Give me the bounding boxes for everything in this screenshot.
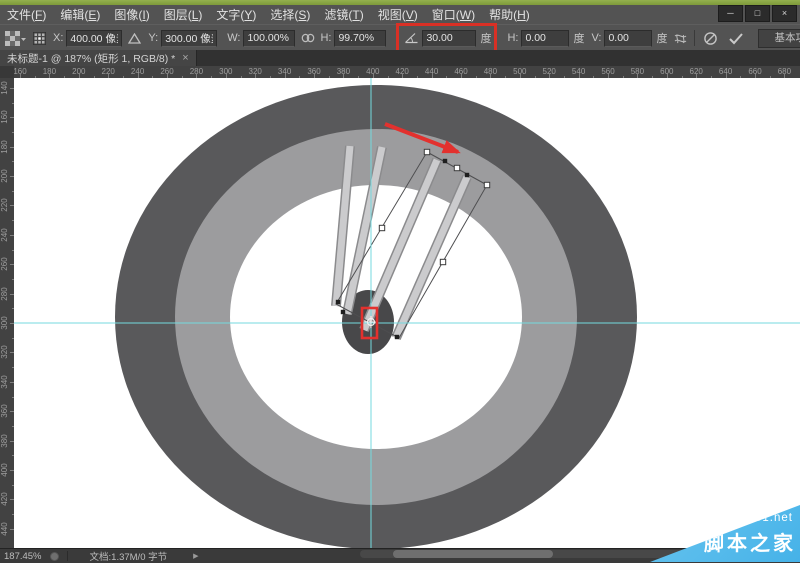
menu-item-2[interactable]: 编辑(E) <box>53 6 107 23</box>
document-size-info: 文档:1.37M/0 字节 <box>90 549 168 563</box>
canvas-scene <box>14 78 800 548</box>
y-position-field[interactable] <box>161 30 217 47</box>
minimize-button[interactable]: ─ <box>718 5 743 22</box>
anchor-point-3 <box>336 300 340 304</box>
document-tab-title: 未标题-1 @ 187% (矩形 1, RGB/8) * <box>7 51 175 66</box>
link-dimensions-icon[interactable] <box>301 33 315 43</box>
h-skew-field[interactable] <box>521 30 569 47</box>
status-orb-icon <box>50 552 59 561</box>
transform-handle-4[interactable] <box>379 225 384 230</box>
anchor-point-2 <box>465 173 469 177</box>
transform-handle-2[interactable] <box>484 182 489 187</box>
ruler-label-v-180: 180 <box>0 135 10 159</box>
transform-handle-3[interactable] <box>454 165 459 170</box>
zoom-level-field[interactable]: 187.45% <box>4 551 42 562</box>
menu-item-5[interactable]: 文字(Y) <box>209 6 263 23</box>
menu-bar: 文件(F)编辑(E)图像(I)图层(L)文字(Y)选择(S)滤镜(T)视图(V)… <box>0 5 800 24</box>
angle-unit-label: 度 <box>480 30 491 46</box>
menu-item-1[interactable]: 文件(F) <box>0 6 53 23</box>
h-label: H: <box>320 32 331 44</box>
workspace-switcher-button[interactable]: 基本功能 <box>758 29 800 48</box>
x-label: X: <box>53 32 63 44</box>
menu-item-6[interactable]: 选择(S) <box>263 6 317 23</box>
height-field[interactable] <box>334 30 386 47</box>
v-skew-label: V: <box>591 32 601 44</box>
ruler-label-v-220: 220 <box>0 193 10 217</box>
ruler-label-v-380: 380 <box>0 429 10 453</box>
document-tab[interactable]: 未标题-1 @ 187% (矩形 1, RGB/8) * × <box>0 50 197 66</box>
anchor-point-5 <box>395 335 399 339</box>
window-controls: ─ □ × <box>718 5 797 22</box>
maximize-button[interactable]: □ <box>745 5 770 22</box>
ruler-label-v-340: 340 <box>0 370 10 394</box>
w-label: W: <box>227 32 240 44</box>
ruler-label-v-260: 260 <box>0 252 10 276</box>
commit-transform-icon[interactable] <box>728 32 744 45</box>
h-skew-unit-label: 度 <box>573 30 584 46</box>
menu-item-4[interactable]: 图层(L) <box>157 6 210 23</box>
rotation-angle-group: 度 <box>402 30 493 47</box>
ruler-label-v-140: 140 <box>0 78 10 100</box>
menu-items: 文件(F)编辑(E)图像(I)图层(L)文字(Y)选择(S)滤镜(T)视图(V)… <box>0 6 537 23</box>
v-skew-unit-label: 度 <box>656 30 667 46</box>
ruler-label-v-440: 440 <box>0 517 10 541</box>
reference-point-locator-icon[interactable] <box>33 32 46 45</box>
status-menu-arrow-icon[interactable]: ▶ <box>193 552 198 560</box>
warp-mode-icon[interactable] <box>673 32 688 45</box>
close-button[interactable]: × <box>772 5 797 22</box>
ruler-label-v-400: 400 <box>0 458 10 482</box>
h-skew-label: H: <box>507 32 518 44</box>
ruler-label-v-420: 420 <box>0 487 10 511</box>
document-tab-bar: 未标题-1 @ 187% (矩形 1, RGB/8) * × <box>0 50 800 67</box>
x-position-field[interactable] <box>66 30 122 47</box>
transform-handle-5[interactable] <box>440 259 445 264</box>
transform-action-icons <box>667 30 744 46</box>
tool-preset-icon[interactable] <box>5 31 27 46</box>
width-field[interactable] <box>243 30 295 47</box>
anchor-point-1 <box>443 159 447 163</box>
transform-handle-1[interactable] <box>424 149 429 154</box>
ruler-label-v-320: 320 <box>0 340 10 364</box>
menu-item-8[interactable]: 视图(V) <box>371 6 425 23</box>
ruler-label-v-200: 200 <box>0 164 10 188</box>
ruler-label-v-280: 280 <box>0 282 10 306</box>
vertical-ruler[interactable]: 140 160 180 200 220 240 260 280 300 320 340 360 380 4… <box>0 78 15 548</box>
document-canvas[interactable] <box>14 78 800 548</box>
menu-item-9[interactable]: 窗口(W) <box>425 6 482 23</box>
divider <box>67 551 68 561</box>
y-label: Y: <box>148 32 158 44</box>
anchor-point-4 <box>341 310 345 314</box>
ruler-label-v-240: 240 <box>0 223 10 247</box>
options-bar: X: Y: W: H: 度 H: 度 V: 度 <box>0 24 800 52</box>
cancel-transform-icon[interactable] <box>703 31 718 46</box>
ruler-label-v-360: 360 <box>0 399 10 423</box>
menu-item-3[interactable]: 图像(I) <box>107 6 156 23</box>
ruler-label-v-300: 300 <box>0 311 10 335</box>
menu-item-7[interactable]: 滤镜(T) <box>317 6 370 23</box>
tab-close-icon[interactable]: × <box>182 52 188 64</box>
rotate-angle-icon <box>404 32 419 44</box>
rotation-angle-field[interactable] <box>422 30 476 47</box>
relative-position-delta-icon[interactable] <box>128 33 141 44</box>
ruler-label-v-160: 160 <box>0 105 10 129</box>
menu-item-10[interactable]: 帮助(H) <box>482 6 537 23</box>
v-skew-field[interactable] <box>604 30 652 47</box>
divider <box>694 30 695 46</box>
horizontal-scrollbar-thumb[interactable] <box>393 550 553 558</box>
